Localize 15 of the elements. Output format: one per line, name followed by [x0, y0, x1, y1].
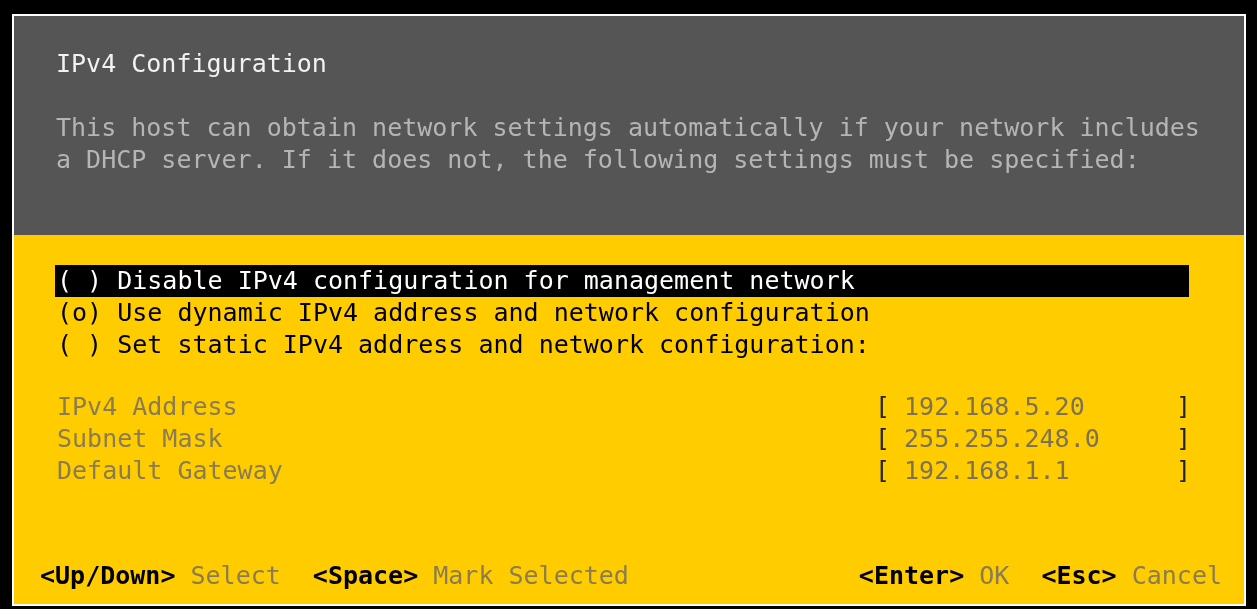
key-hint: <Up/Down> Select	[40, 560, 281, 592]
radio-option[interactable]: (o) Use dynamic IPv4 address and network configuration	[55, 297, 1189, 329]
radio-option[interactable]: ( ) Set static IPv4 address and network configuration:	[55, 329, 1189, 361]
key-hint: <Enter> OK	[858, 560, 1010, 592]
field-label: Subnet Mask	[57, 423, 223, 455]
key-hint: <Esc> Cancel	[1041, 560, 1222, 592]
dialog-description: This host can obtain network settings automatically if your network includes a DHCP server. If it does not, the following settings must be specified:	[56, 112, 1201, 175]
key-hint: <Space> Mark Selected	[312, 560, 629, 592]
field-label: IPv4 Address	[57, 391, 238, 423]
input-field[interactable]: [ 192.168.1.1 ]	[875, 455, 1191, 487]
field-label: Default Gateway	[57, 455, 283, 487]
input-field[interactable]: [ 192.168.5.20 ]	[875, 391, 1191, 423]
dialog-title: IPv4 Configuration	[56, 48, 328, 80]
input-field[interactable]: [ 255.255.248.0 ]	[875, 423, 1191, 455]
radio-option[interactable]: ( ) Disable IPv4 configuration for management network	[55, 265, 1189, 297]
